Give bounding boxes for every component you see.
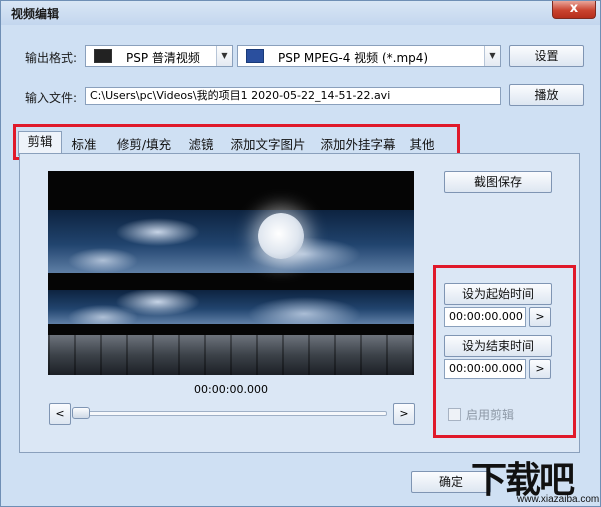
slider-thumb[interactable] [72, 407, 90, 419]
input-file-path[interactable]: C:\Users\pc\Videos\我的项目1 2020-05-22_14-5… [85, 87, 501, 105]
video-film-icon [94, 49, 112, 63]
slider-track-bar[interactable] [75, 411, 387, 416]
play-button[interactable]: 播放 [509, 84, 584, 106]
close-button[interactable]: x [552, 1, 596, 19]
watermark-site: www.xiazaiba.com [517, 494, 600, 505]
format-select[interactable]: PSP MPEG-4 视频 (*.mp4) ▼ [237, 45, 501, 67]
video-edit-dialog: 视频编辑 x 输出格式: PSP 普清视频 ▼ PSP MPEG-4 视频 (*… [0, 0, 601, 507]
preview-sky-strip-lower [48, 290, 414, 324]
mp4-file-icon [246, 49, 264, 63]
save-snapshot-button[interactable]: 截图保存 [444, 171, 552, 193]
preview-wood-strip [48, 335, 414, 375]
window-title: 视频编辑 [11, 7, 60, 21]
current-time-readout: 00:00:00.000 [194, 383, 268, 396]
device-select[interactable]: PSP 普清视频 ▼ [85, 45, 233, 67]
format-select-value: PSP MPEG-4 视频 (*.mp4) [278, 51, 429, 65]
slider-right-button[interactable]: > [393, 403, 415, 425]
preview-sky-strip [48, 210, 414, 273]
chevron-down-icon[interactable]: ▼ [216, 46, 232, 66]
output-format-label: 输出格式: [25, 51, 78, 65]
clip-controls-highlight-frame [433, 265, 576, 438]
video-preview [48, 171, 414, 375]
input-file-label: 输入文件: [25, 91, 78, 105]
site-watermark: 下载吧 www.xiazaiba.com [471, 451, 601, 507]
device-select-value: PSP 普清视频 [126, 51, 200, 65]
slider-left-button[interactable]: < [49, 403, 71, 425]
chevron-down-icon[interactable]: ▼ [484, 46, 500, 66]
title-bar: 视频编辑 x [1, 1, 600, 25]
moon-image [258, 213, 304, 259]
timeline-slider[interactable]: < > [49, 403, 415, 425]
settings-button[interactable]: 设置 [509, 45, 584, 67]
